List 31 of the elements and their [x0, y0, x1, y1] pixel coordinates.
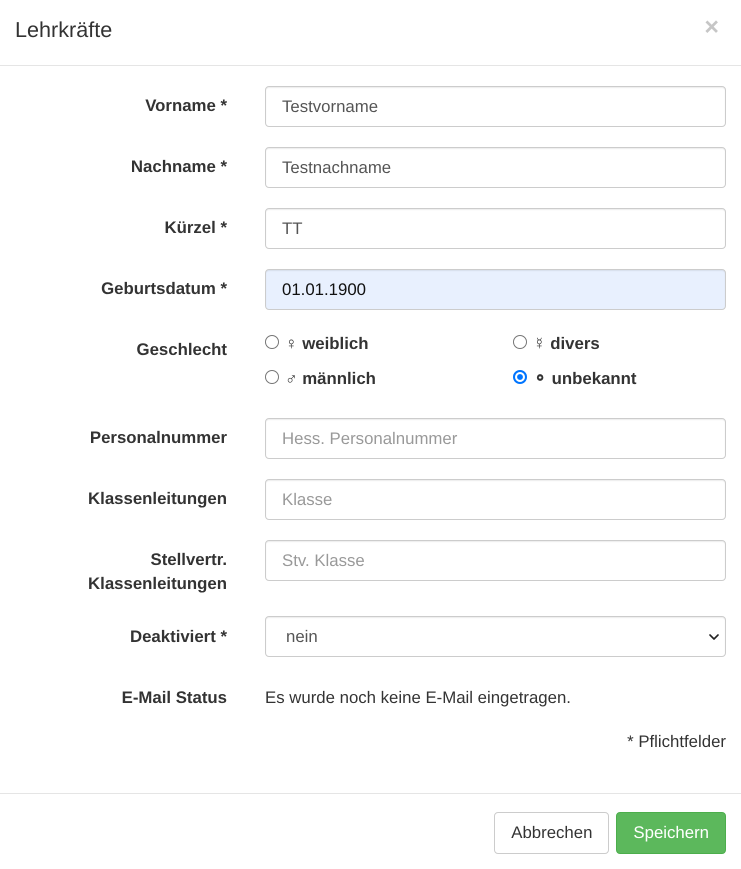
- radio-button[interactable]: [265, 335, 279, 349]
- radio-button[interactable]: [265, 370, 279, 384]
- status-text: Es wurde noch keine E-Mail eingetragen.: [265, 686, 572, 709]
- text-input[interactable]: Klasse: [265, 479, 726, 520]
- dialog-title: Lehrkräfte: [15, 16, 112, 44]
- dropdown-select[interactable]: nein: [265, 616, 726, 658]
- text-input[interactable]: Testvorname: [265, 86, 726, 127]
- field-label: Personalnummer: [88, 427, 227, 450]
- text-input[interactable]: Testnachname: [265, 147, 726, 188]
- field-label: Nachname *: [130, 156, 227, 178]
- text-input[interactable]: Hess. Personalnummer: [265, 418, 726, 459]
- field-label: Klassenleitungen: [87, 488, 227, 510]
- field-label: Deaktiviert *: [128, 626, 227, 648]
- required-note: * Pflichtfelder: [626, 730, 726, 753]
- option-label[interactable]: ♂ männlich: [285, 367, 376, 391]
- radio-button[interactable]: [513, 370, 527, 384]
- radio-button[interactable]: [513, 335, 527, 349]
- text-input[interactable]: TT: [265, 208, 726, 249]
- text-input[interactable]: Stv. Klasse: [265, 540, 726, 581]
- field-label: Geschlecht: [136, 339, 227, 362]
- text-input[interactable]: 01.01.1900: [265, 269, 726, 310]
- field-label: Stellvertr. Klassenleitungen: [87, 549, 227, 596]
- option-label[interactable]: ☿ divers: [533, 332, 600, 356]
- field-label: Vorname *: [144, 95, 227, 118]
- option-label[interactable]: ⚬ unbekannt: [533, 367, 637, 391]
- cancel-button[interactable]: Abbrechen: [494, 812, 610, 854]
- chevron-down-icon: [709, 634, 719, 640]
- field-label: Geburtsdatum *: [100, 278, 227, 300]
- field-label: Kürzel *: [164, 217, 227, 240]
- field-label: E-Mail Status: [120, 686, 227, 709]
- option-label[interactable]: ♀ weiblich: [285, 332, 368, 356]
